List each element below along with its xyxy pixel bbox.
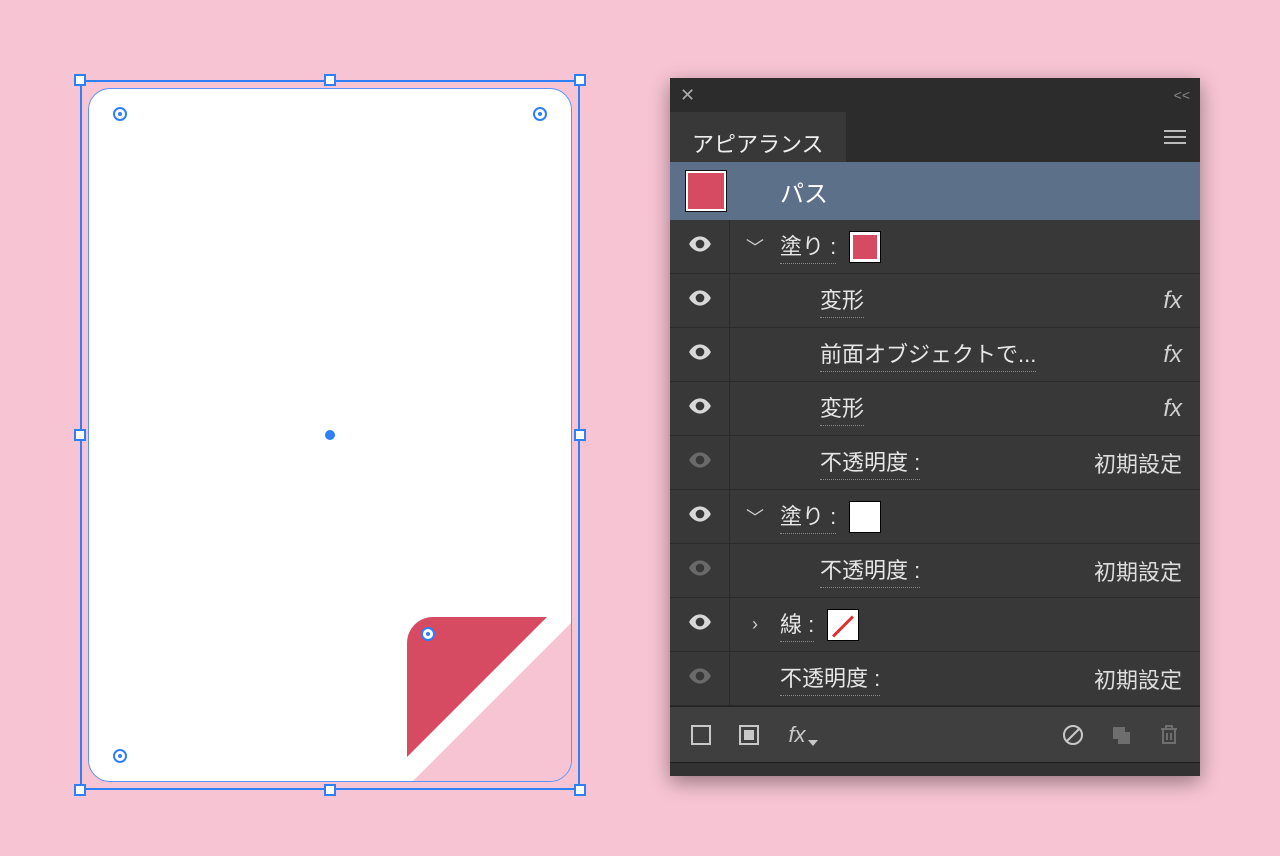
selection-handle[interactable] xyxy=(324,74,336,86)
add-effect-icon[interactable]: fx xyxy=(784,722,810,748)
selection-handle[interactable] xyxy=(74,74,86,86)
opacity-label: 不透明度 : xyxy=(780,661,880,696)
center-point xyxy=(325,430,335,440)
fill-label: 塗り : xyxy=(780,499,836,534)
visibility-eye-icon[interactable] xyxy=(687,447,713,479)
fill-label: 塗り : xyxy=(780,229,836,264)
clear-appearance-icon[interactable] xyxy=(1060,722,1086,748)
selection-handle[interactable] xyxy=(574,784,586,796)
opacity-value: 初期設定 xyxy=(1094,663,1182,695)
visibility-eye-icon[interactable] xyxy=(687,501,713,533)
visibility-eye-icon[interactable] xyxy=(687,609,713,641)
tab-strip-rest xyxy=(846,112,1200,162)
effect-row[interactable]: 前面オブジェクトで... fx xyxy=(670,328,1200,382)
appearance-header-row[interactable]: パス xyxy=(670,162,1200,220)
visibility-eye-icon[interactable] xyxy=(687,393,713,425)
effect-row[interactable]: 変形 fx xyxy=(670,274,1200,328)
visibility-eye-icon[interactable] xyxy=(687,339,713,371)
stroke-label: 線 : xyxy=(780,607,814,642)
corner-widget[interactable] xyxy=(113,749,127,763)
fill-row[interactable]: ﹀ 塗り : xyxy=(670,220,1200,274)
panel-menu-icon[interactable] xyxy=(1164,130,1186,144)
corner-widget[interactable] xyxy=(533,107,547,121)
tab-appearance[interactable]: アピアランス xyxy=(670,112,846,162)
expand-toggle[interactable]: › xyxy=(730,614,780,635)
fill-swatch[interactable] xyxy=(850,502,880,532)
fx-icon[interactable]: fx xyxy=(1163,287,1182,315)
duplicate-item-icon[interactable] xyxy=(1108,722,1134,748)
opacity-row[interactable]: 不透明度 : 初期設定 xyxy=(670,436,1200,490)
tab-label: アピアランス xyxy=(692,127,824,159)
corner-widget[interactable] xyxy=(421,627,435,641)
canvas-selected-object[interactable] xyxy=(80,80,580,790)
stroke-row[interactable]: › 線 : xyxy=(670,598,1200,652)
fill-swatch[interactable] xyxy=(850,232,880,262)
visibility-eye-icon[interactable] xyxy=(687,231,713,263)
opacity-value: 初期設定 xyxy=(1094,447,1182,479)
opacity-row[interactable]: 不透明度 : 初期設定 xyxy=(670,544,1200,598)
delete-icon[interactable] xyxy=(1156,722,1182,748)
effect-label: 変形 xyxy=(820,391,864,426)
visibility-eye-icon[interactable] xyxy=(687,285,713,317)
panel-resize-bar[interactable] xyxy=(670,762,1200,776)
visibility-eye-icon[interactable] xyxy=(687,663,713,695)
object-swatch xyxy=(686,171,726,211)
opacity-label: 不透明度 : xyxy=(820,445,920,480)
selection-handle[interactable] xyxy=(74,429,86,441)
selection-handle[interactable] xyxy=(74,784,86,796)
expand-toggle[interactable]: ﹀ xyxy=(730,234,780,260)
selection-handle[interactable] xyxy=(574,74,586,86)
selection-handle[interactable] xyxy=(324,784,336,796)
collapse-icon[interactable]: << xyxy=(1174,87,1190,103)
add-stroke-icon[interactable] xyxy=(688,722,714,748)
appearance-panel: ✕ << アピアランス パス ﹀ 塗り : 変形 fx 前面オブジェクトで...… xyxy=(670,78,1200,776)
panel-tabs: アピアランス xyxy=(670,112,1200,162)
close-icon[interactable]: ✕ xyxy=(680,85,695,106)
fill-row[interactable]: ﹀ 塗り : xyxy=(670,490,1200,544)
stroke-swatch-none[interactable] xyxy=(828,610,858,640)
visibility-eye-icon[interactable] xyxy=(687,555,713,587)
opacity-row[interactable]: 不透明度 : 初期設定 xyxy=(670,652,1200,706)
panel-footer: fx xyxy=(670,706,1200,762)
opacity-label: 不透明度 : xyxy=(820,553,920,588)
opacity-value: 初期設定 xyxy=(1094,555,1182,587)
selection-handle[interactable] xyxy=(574,429,586,441)
panel-titlebar[interactable]: ✕ << xyxy=(670,78,1200,112)
effect-label: 変形 xyxy=(820,283,864,318)
effect-row[interactable]: 変形 fx xyxy=(670,382,1200,436)
object-type-label: パス xyxy=(780,174,828,209)
expand-toggle[interactable]: ﹀ xyxy=(730,504,780,530)
fx-icon[interactable]: fx xyxy=(1163,395,1182,423)
corner-widget[interactable] xyxy=(113,107,127,121)
add-fill-icon[interactable] xyxy=(736,722,762,748)
fx-icon[interactable]: fx xyxy=(1163,341,1182,369)
effect-label: 前面オブジェクトで... xyxy=(820,337,1036,372)
